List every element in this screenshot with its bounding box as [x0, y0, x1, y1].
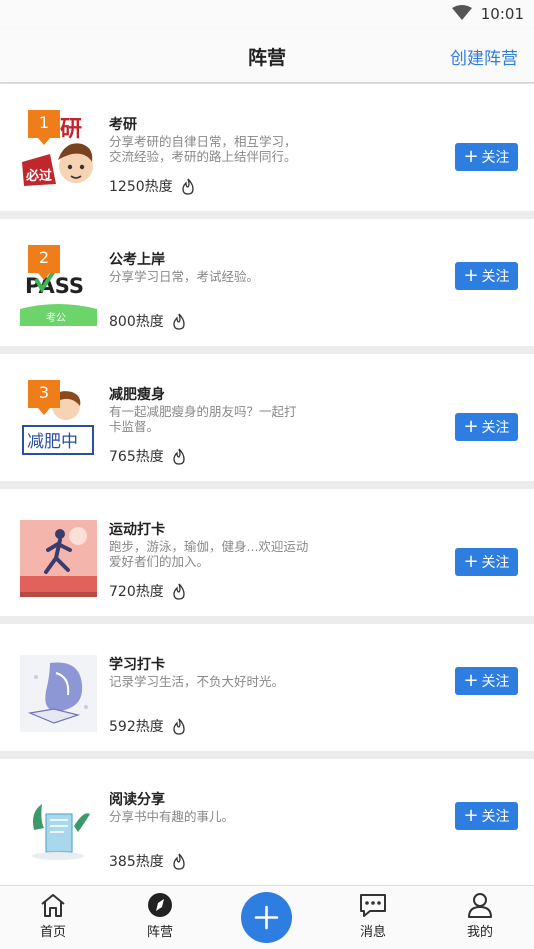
- camp-description: 记录学习生活，不负大好时光。: [109, 674, 285, 689]
- plus-icon: +: [463, 265, 479, 286]
- camp-card-xuexi[interactable]: 学习打卡 记录学习生活，不负大好时光。 592热度 + 关注: [0, 624, 534, 751]
- camp-heat: 592热度: [109, 716, 186, 736]
- status-time: 10:01: [480, 5, 524, 23]
- add-button[interactable]: [241, 892, 292, 943]
- chat-icon: [360, 894, 386, 917]
- tab-home-label: 首页: [39, 925, 66, 940]
- flame-icon: [173, 448, 185, 465]
- svg-text:研: 研: [60, 117, 82, 142]
- bottom-tab-bar: 首页 阵营 消息 我的: [0, 885, 534, 949]
- svg-text:必过: 必过: [25, 168, 52, 184]
- camp-heat: 800热度: [109, 311, 186, 331]
- flame-icon: [173, 853, 185, 870]
- tab-mine-label: 我的: [466, 925, 493, 940]
- svg-text:考公: 考公: [46, 312, 66, 324]
- tab-camp[interactable]: 阵营: [130, 892, 190, 940]
- plus-icon: +: [463, 416, 479, 437]
- camp-name: 运动打卡: [109, 522, 165, 538]
- status-bar: 10:01: [0, 0, 534, 28]
- camp-description: 分享学习日常，考试经验。: [109, 269, 260, 284]
- camp-description: 有一起减肥瘦身的朋友吗？一起打 卡监督。: [109, 404, 297, 434]
- camp-description: 跑步，游泳，瑜伽，健身...欢迎运动 爱好者们的加入。: [109, 539, 309, 569]
- plus-icon: +: [463, 805, 479, 826]
- camp-heat: 720热度: [109, 581, 186, 601]
- camp-card-kaoyan[interactable]: 研 必过 1 考研 分享考研的自律日常，相互学习， 交流经验，考研的路上结伴同行…: [0, 84, 534, 211]
- follow-button[interactable]: + 关注: [455, 262, 518, 290]
- camp-thumbnail: [20, 790, 97, 867]
- camp-description: 分享考研的自律日常，相互学习， 交流经验，考研的路上结伴同行。: [109, 134, 297, 164]
- tab-home[interactable]: 首页: [23, 892, 83, 940]
- tab-messages-label: 消息: [359, 925, 386, 940]
- rank-badge: 3: [28, 380, 60, 415]
- camp-thumbnail: 减肥中 3: [20, 380, 97, 461]
- follow-button[interactable]: + 关注: [455, 143, 518, 171]
- create-camp-button[interactable]: 创建阵营: [450, 44, 518, 69]
- camp-description: 分享书中有趣的事儿。: [109, 809, 235, 824]
- camp-card-yuedu[interactable]: 阅读分享 分享书中有趣的事儿。 385热度 + 关注: [0, 759, 534, 886]
- camp-card-yundong[interactable]: 运动打卡 跑步，游泳，瑜伽，健身...欢迎运动 爱好者们的加入。 720热度 +…: [0, 489, 534, 616]
- svg-text:PASS: PASS: [25, 274, 84, 298]
- follow-button[interactable]: + 关注: [455, 548, 518, 576]
- camp-card-gongkao[interactable]: PASS 考公 2 公考上岸 分享学习日常，考试经验。 800热度 + 关注: [0, 219, 534, 346]
- camp-heat: 385热度: [109, 851, 186, 871]
- tab-mine[interactable]: 我的: [450, 892, 510, 940]
- plus-icon: [254, 905, 279, 930]
- tab-camp-label: 阵营: [146, 925, 173, 940]
- wifi-icon: [452, 5, 472, 20]
- camp-name: 学习打卡: [109, 657, 165, 673]
- compass-icon: [148, 893, 172, 917]
- camp-thumbnail: 研 必过 1: [20, 110, 97, 191]
- tab-messages[interactable]: 消息: [343, 892, 403, 940]
- flame-icon: [173, 583, 185, 600]
- flame-icon: [181, 178, 194, 195]
- camp-name: 阅读分享: [109, 792, 165, 808]
- camp-card-jianfei[interactable]: 减肥中 3 减肥瘦身 有一起减肥瘦身的朋友吗？一起打 卡监督。 765热度 + …: [0, 354, 534, 481]
- plus-icon: +: [463, 146, 479, 167]
- title-bar: 阵营 创建阵营: [0, 28, 534, 83]
- camp-thumbnail: PASS 考公 2: [20, 245, 97, 326]
- rank-badge: 2: [28, 245, 60, 280]
- follow-button[interactable]: + 关注: [455, 802, 518, 830]
- plus-icon: +: [463, 670, 479, 691]
- rank-badge: 1: [28, 110, 60, 145]
- camp-name: 公考上岸: [109, 252, 165, 268]
- plus-icon: +: [463, 551, 479, 572]
- camp-heat: 765热度: [109, 446, 186, 466]
- camp-name: 考研: [109, 117, 137, 133]
- svg-text:减肥中: 减肥中: [27, 432, 78, 452]
- follow-button[interactable]: + 关注: [455, 667, 518, 695]
- flame-icon: [173, 313, 185, 330]
- camp-heat: 1250热度: [109, 176, 195, 196]
- user-icon: [468, 893, 492, 918]
- follow-button[interactable]: + 关注: [455, 413, 518, 441]
- camp-thumbnail: [20, 520, 97, 597]
- home-icon: [41, 894, 65, 917]
- flame-icon: [173, 718, 185, 735]
- camp-name: 减肥瘦身: [109, 387, 165, 403]
- camp-thumbnail: [20, 655, 97, 732]
